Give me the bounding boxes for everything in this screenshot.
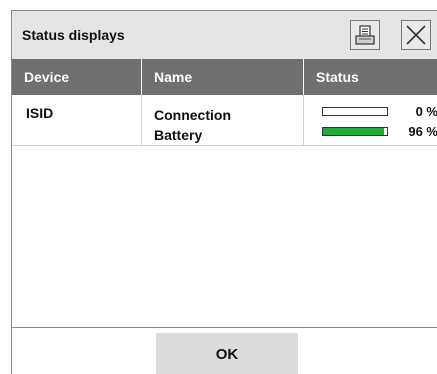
column-divider (303, 95, 304, 145)
battery-percent: 96 % (408, 124, 437, 139)
status-displays-dialog: Status displays Device Name Status ISID … (11, 10, 437, 374)
table-header: Device Name Status (12, 59, 437, 95)
status-battery: 96 % (322, 124, 437, 140)
table-body: ISID Connection Battery 0 % 96 % (12, 95, 437, 328)
column-header-status: Status (303, 59, 437, 95)
status-table: Device Name Status ISID Connection Batte… (12, 59, 437, 328)
column-header-device: Device (24, 69, 70, 85)
table-row-device: ISID (26, 105, 54, 121)
column-header-name: Name (141, 59, 303, 95)
close-button[interactable] (401, 20, 431, 50)
title-bar: Status displays (12, 11, 437, 59)
ok-button[interactable]: OK (156, 333, 298, 374)
row-divider (12, 145, 437, 146)
print-button[interactable] (350, 20, 380, 50)
status-item-name-connection: Connection (154, 107, 231, 123)
battery-progress-fill (323, 128, 385, 135)
connection-percent: 0 % (415, 104, 437, 119)
connection-progress-bar (322, 107, 388, 116)
printer-icon (355, 25, 375, 45)
status-item-name-battery: Battery (154, 127, 203, 143)
table-row-names: Connection Battery (154, 105, 231, 145)
status-connection: 0 % (322, 104, 437, 120)
battery-progress-bar (322, 127, 388, 136)
column-divider (141, 95, 142, 145)
close-icon (406, 25, 426, 45)
dialog-title: Status displays (22, 27, 125, 43)
